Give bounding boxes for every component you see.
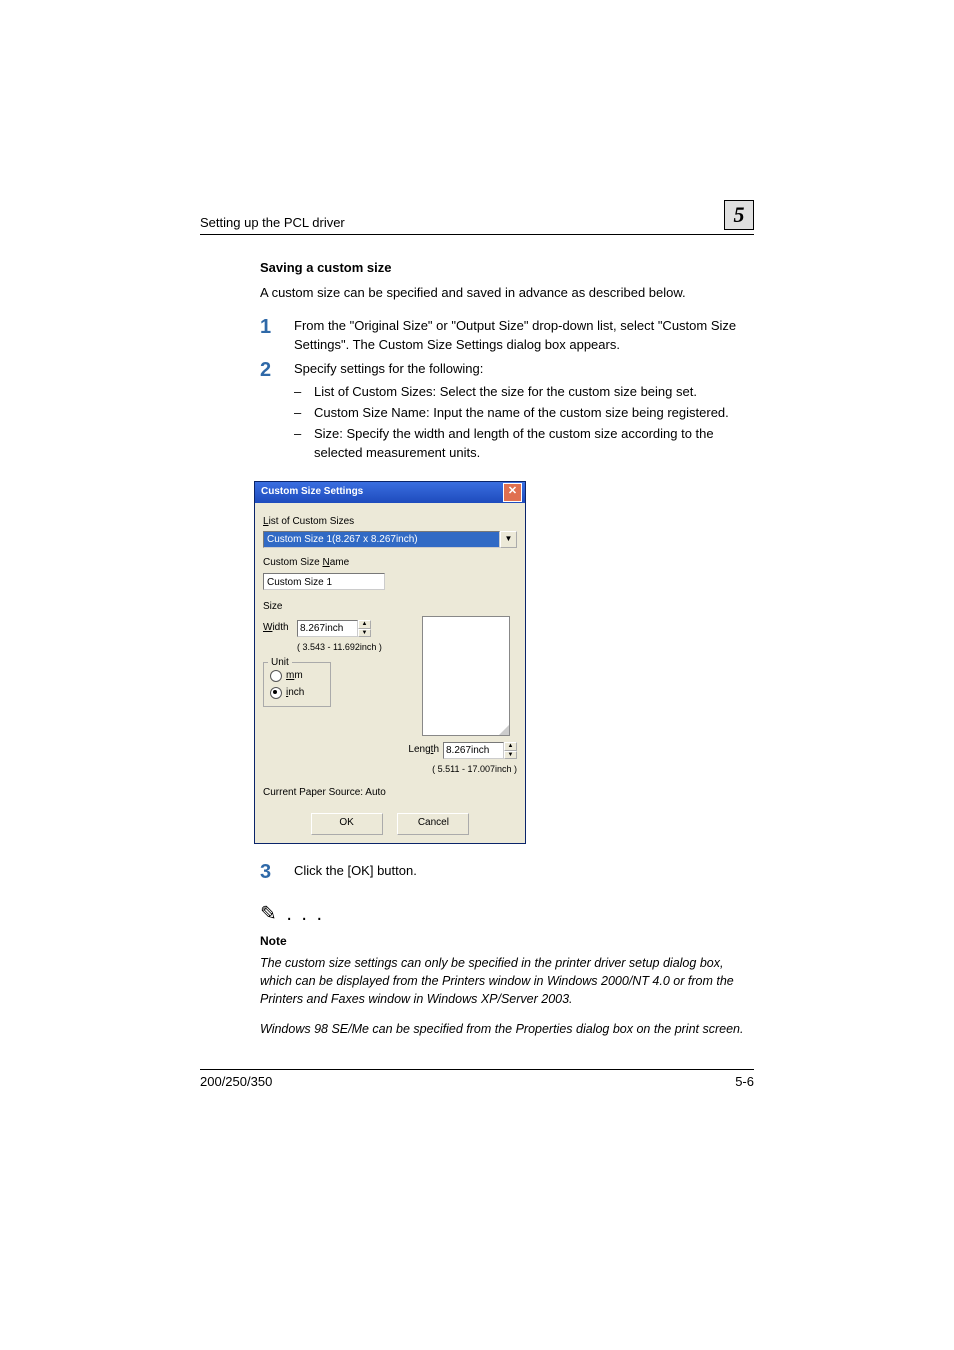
close-icon[interactable]: ✕ (503, 483, 522, 502)
step-row: 3 Click the [OK] button. (260, 862, 754, 882)
step-number: 3 (260, 862, 294, 882)
dialog-figure: Custom Size Settings ✕ List of Custom Si… (254, 481, 754, 844)
width-label: Width (263, 621, 297, 636)
paper-source-label: Current Paper Source: Auto (263, 786, 517, 801)
step-body: Click the [OK] button. (294, 862, 754, 882)
size-label: Size (263, 600, 517, 615)
ok-button[interactable]: OK (311, 813, 383, 835)
list-label: List of Custom Sizes (263, 515, 517, 530)
bullet-item: – List of Custom Sizes: Select the size … (294, 383, 754, 402)
footer-left: 200/250/350 (200, 1074, 272, 1089)
step-row: 1 From the "Original Size" or "Output Si… (260, 317, 754, 355)
intro-paragraph: A custom size can be specified and saved… (260, 284, 754, 303)
spin-down-icon[interactable]: ▼ (358, 629, 371, 638)
note-title: Note (260, 933, 754, 950)
footer-right: 5-6 (735, 1074, 754, 1089)
step-row: 2 Specify settings for the following: – … (260, 360, 754, 464)
unit-legend: Unit (268, 656, 292, 671)
step-body: Specify settings for the following: – Li… (294, 360, 754, 464)
custom-sizes-dropdown[interactable]: Custom Size 1(8.267 x 8.267inch) ▼ (263, 531, 517, 548)
length-value[interactable]: 8.267inch (443, 742, 504, 759)
bullet-item: – Size: Specify the width and length of … (294, 425, 754, 463)
custom-size-name-input[interactable]: Custom Size 1 (263, 573, 385, 590)
section-heading: Saving a custom size (260, 259, 754, 278)
length-spinner[interactable]: 8.267inch ▲▼ (443, 742, 517, 759)
spin-up-icon[interactable]: ▲ (504, 742, 517, 751)
dialog-titlebar[interactable]: Custom Size Settings ✕ (255, 482, 525, 503)
spin-up-icon[interactable]: ▲ (358, 620, 371, 629)
custom-size-dialog: Custom Size Settings ✕ List of Custom Si… (254, 481, 526, 844)
width-value[interactable]: 8.267inch (297, 620, 358, 637)
unit-mm-radio[interactable]: mm (270, 669, 324, 684)
unit-inch-radio[interactable]: inch (270, 686, 324, 701)
dropdown-value: Custom Size 1(8.267 x 8.267inch) (263, 531, 500, 548)
bullet-item: – Custom Size Name: Input the name of th… (294, 404, 754, 423)
name-label: Custom Size Name (263, 556, 517, 571)
width-range: ( 3.543 - 11.692inch ) (297, 641, 413, 654)
note-icon: ✎ . . . (260, 900, 754, 929)
page-footer: 200/250/350 5-6 (200, 1069, 754, 1089)
paper-preview (422, 616, 510, 736)
note-paragraph: Windows 98 SE/Me can be specified from t… (260, 1020, 754, 1038)
note-paragraph: The custom size settings can only be spe… (260, 954, 754, 1008)
header-title: Setting up the PCL driver (200, 215, 345, 230)
chevron-down-icon[interactable]: ▼ (500, 531, 517, 548)
page-header: Setting up the PCL driver 5 (200, 200, 754, 235)
width-spinner[interactable]: 8.267inch ▲▼ (297, 620, 371, 637)
spin-down-icon[interactable]: ▼ (504, 751, 517, 760)
dialog-title-text: Custom Size Settings (261, 485, 363, 500)
length-label: Length (408, 743, 439, 758)
cancel-button[interactable]: Cancel (397, 813, 469, 835)
step-text: Specify settings for the following: (294, 360, 754, 379)
step-number: 1 (260, 317, 294, 355)
unit-group: Unit mm inch (263, 662, 331, 707)
chapter-number: 5 (724, 200, 754, 230)
step-body: From the "Original Size" or "Output Size… (294, 317, 754, 355)
length-range: ( 5.511 - 17.007inch ) (263, 763, 517, 776)
step-number: 2 (260, 360, 294, 464)
